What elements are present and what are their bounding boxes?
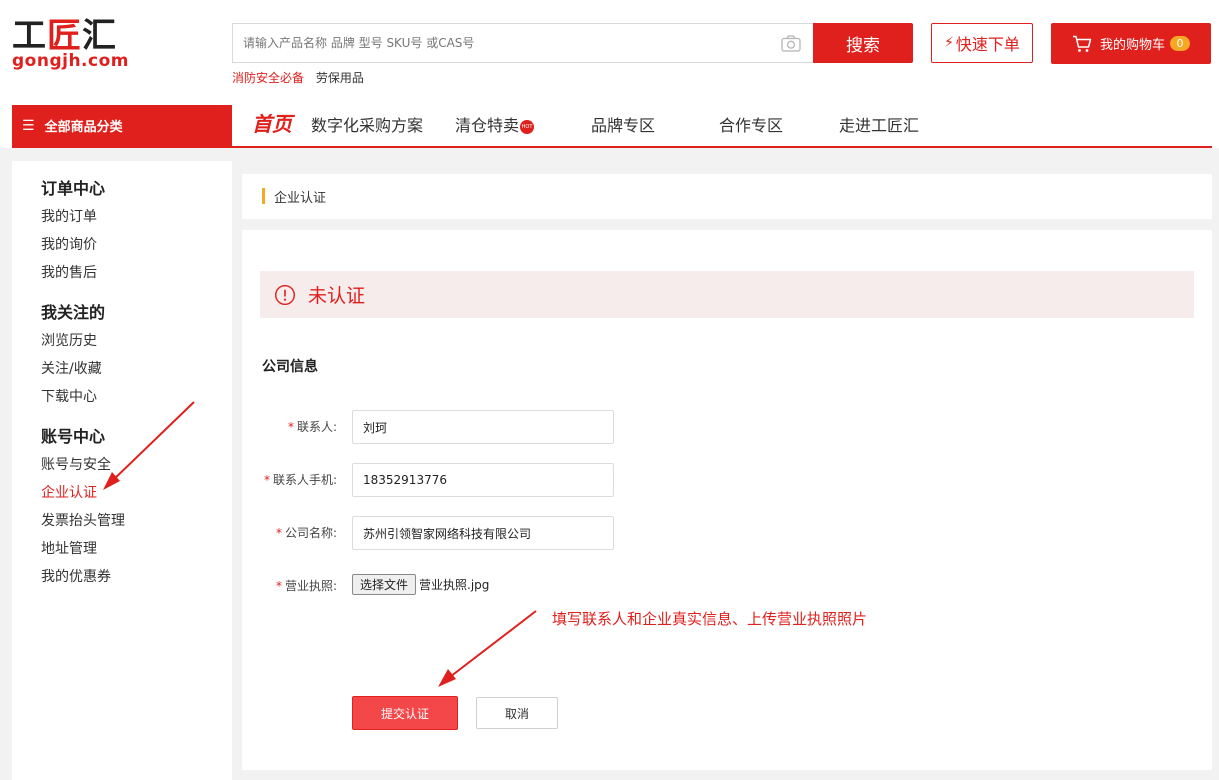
required-mark: * (275, 526, 282, 540)
company-label: * 公司名称: (242, 524, 337, 541)
license-label-text: 营业执照: (284, 579, 337, 593)
sidebar: 订单中心 我的订单 我的询价 我的售后 我关注的 浏览历史 关注/收藏 下载中心… (12, 161, 232, 780)
contact-label-text: 联系人: (296, 420, 337, 434)
quick-order-label: 快速下单 (955, 35, 1020, 54)
sidebar-item-invoice-titles[interactable]: 发票抬头管理 (41, 510, 125, 530)
nav-home[interactable]: 首页 (252, 112, 292, 136)
logo-char-3: 汇 (82, 16, 117, 56)
breadcrumb: 企业认证 (242, 174, 1212, 219)
submit-verification-button[interactable]: 提交认证 (352, 696, 458, 730)
all-categories-menu[interactable]: ☰ 全部商品分类 (12, 105, 232, 146)
sidebar-item-coupons[interactable]: 我的优惠券 (41, 566, 111, 586)
phone-field[interactable] (352, 463, 614, 497)
sidebar-item-enterprise-verification[interactable]: 企业认证 (41, 482, 97, 502)
camera-icon[interactable] (781, 35, 801, 52)
cart-button[interactable]: 我的购物车 0 (1051, 23, 1211, 64)
search-box (232, 23, 814, 63)
logo-domain: gongjh.com (12, 51, 129, 71)
contact-label: * 联系人: (242, 418, 337, 435)
nav-clearance-sale[interactable]: 清仓特卖 HOT (455, 114, 535, 138)
quick-order-button[interactable]: ⚡ 快速下单 (931, 23, 1033, 63)
hot-fire-icon: HOT (520, 119, 535, 134)
sidebar-group-orders: 订单中心 (41, 179, 106, 198)
sidebar-item-my-inquiries[interactable]: 我的询价 (41, 234, 97, 254)
menu-icon: ☰ (22, 117, 35, 134)
file-name: 营业执照.jpg (419, 578, 490, 592)
cancel-button[interactable]: 取消 (476, 697, 558, 729)
nav-digital-procurement[interactable]: 数字化采购方案 (311, 114, 423, 138)
section-title: 公司信息 (262, 359, 318, 375)
annotation-text: 填写联系人和企业真实信息、上传营业执照照片 (552, 610, 868, 628)
required-mark: * (287, 420, 294, 434)
choose-file-button[interactable]: 选择文件 (352, 574, 416, 595)
breadcrumb-accent-bar (262, 188, 265, 204)
info-circle-icon (274, 284, 296, 305)
nav-clearance-label: 清仓特卖 (455, 116, 520, 135)
sidebar-item-after-sales[interactable]: 我的售后 (41, 262, 97, 282)
sidebar-group-following: 我关注的 (41, 303, 106, 322)
verification-status: 未认证 (308, 285, 366, 307)
page-title: 企业认证 (274, 191, 327, 206)
cart-count-badge: 0 (1170, 36, 1190, 51)
hot-links: 消防安全必备 劳保用品 (232, 69, 372, 86)
search-button[interactable]: 搜索 (813, 23, 913, 63)
cart-label: 我的购物车 (1099, 38, 1165, 53)
sidebar-item-my-orders[interactable]: 我的订单 (41, 206, 97, 226)
nav-cooperation-zone[interactable]: 合作专区 (719, 114, 783, 138)
sidebar-item-addresses[interactable]: 地址管理 (41, 538, 97, 558)
verification-form-panel: 未认证 公司信息 *联系人: *联系人手机: *公司名称: *营业执照: 选择文… (242, 230, 1212, 770)
hot-link-labor-protection[interactable]: 劳保用品 (316, 71, 364, 85)
sidebar-group-account: 账号中心 (41, 427, 106, 446)
hot-link-fire-safety[interactable]: 消防安全必备 (232, 71, 304, 85)
logo[interactable]: 工匠汇 (12, 16, 117, 56)
company-name-field[interactable] (352, 516, 614, 550)
status-banner: 未认证 (260, 271, 1194, 318)
all-categories-label: 全部商品分类 (44, 120, 123, 135)
license-label: * 营业执照: (242, 577, 337, 594)
nav-about[interactable]: 走进工匠汇 (839, 114, 919, 138)
contact-field[interactable] (352, 410, 614, 444)
nav-brand-zone[interactable]: 品牌专区 (591, 114, 655, 138)
logo-char-2: 匠 (47, 16, 82, 56)
lightning-icon: ⚡ (944, 35, 954, 51)
sidebar-item-account-security[interactable]: 账号与安全 (41, 454, 111, 474)
company-label-text: 公司名称: (284, 526, 337, 540)
logo-char-1: 工 (12, 16, 47, 56)
cart-icon (1072, 35, 1092, 52)
phone-label-text: 联系人手机: (272, 473, 337, 487)
sidebar-item-history[interactable]: 浏览历史 (41, 330, 97, 350)
search-input[interactable] (233, 24, 773, 62)
sidebar-item-favorites[interactable]: 关注/收藏 (41, 358, 102, 378)
sidebar-item-downloads[interactable]: 下载中心 (41, 386, 97, 406)
required-mark: * (263, 473, 270, 487)
required-mark: * (275, 579, 282, 593)
phone-label: * 联系人手机: (242, 471, 337, 488)
